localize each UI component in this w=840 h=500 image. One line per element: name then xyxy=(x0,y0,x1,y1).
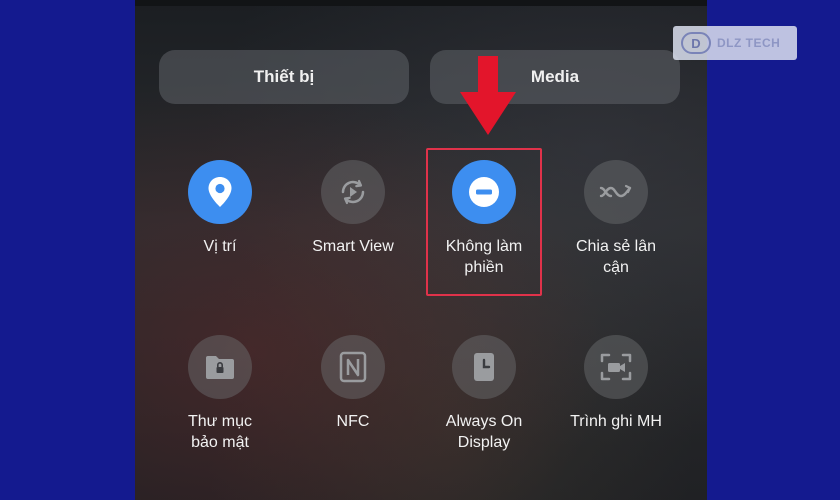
left-frame xyxy=(0,0,135,500)
secure-folder-toggle[interactable] xyxy=(188,335,252,399)
nearby-share-toggle[interactable] xyxy=(584,160,648,224)
tile-label: Trình ghi MH xyxy=(570,413,662,430)
always-on-display-toggle[interactable] xyxy=(452,335,516,399)
tile-nearby-share[interactable]: Chia sẻ lân cận xyxy=(556,160,676,278)
watermark-text: DLZ TECH xyxy=(717,36,781,50)
quick-settings-panel: Thiết bị Media Vị trí Smart View Không l… xyxy=(135,0,707,500)
watermark-mark: D xyxy=(681,32,711,54)
screen-recorder-toggle[interactable] xyxy=(584,335,648,399)
tile-secure-folder[interactable]: Thư mục bảo mật xyxy=(160,335,280,453)
status-bar-edge xyxy=(135,0,707,6)
highlight-box xyxy=(426,148,542,296)
tile-label: Vị trí xyxy=(203,238,237,255)
tile-smart-view[interactable]: Smart View xyxy=(293,160,413,257)
tile-label: Smart View xyxy=(312,238,394,255)
nfc-toggle[interactable] xyxy=(321,335,385,399)
nearby-share-icon xyxy=(599,184,632,198)
always-on-display-icon xyxy=(474,353,494,381)
smart-view-toggle[interactable] xyxy=(321,160,385,224)
right-frame xyxy=(707,0,840,500)
tile-nfc[interactable]: NFC xyxy=(293,335,413,432)
location-pin-icon xyxy=(208,177,232,207)
tile-always-on-display[interactable]: Always On Display xyxy=(424,335,544,453)
secure-folder-icon xyxy=(206,356,234,379)
tile-label: Thư mục bảo mật xyxy=(187,413,253,451)
tile-screen-recorder[interactable]: Trình ghi MH xyxy=(556,335,676,432)
tile-label: NFC xyxy=(336,413,370,430)
down-arrow-icon xyxy=(460,56,516,135)
tile-location[interactable]: Vị trí xyxy=(160,160,280,257)
tile-label: Chia sẻ lân cận xyxy=(575,238,657,276)
smart-view-icon xyxy=(341,179,365,205)
devices-button[interactable]: Thiết bị xyxy=(159,50,409,104)
nfc-icon xyxy=(339,351,367,383)
tile-label: Always On Display xyxy=(445,413,523,451)
location-toggle[interactable] xyxy=(188,160,252,224)
screen-recorder-icon xyxy=(600,353,632,381)
watermark-logo: D DLZ TECH xyxy=(673,26,797,60)
